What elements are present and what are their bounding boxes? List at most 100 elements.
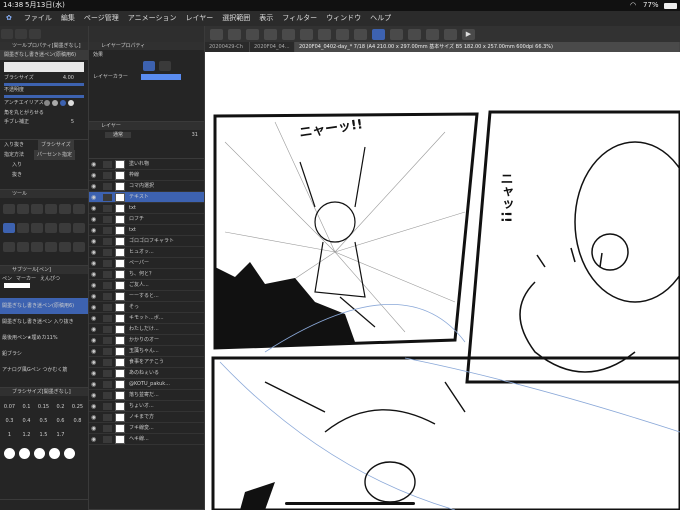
layer-color-row[interactable]: レイヤーカラー [89,72,204,82]
layer-row[interactable]: ◉ かかりのオー [89,335,204,346]
eye-icon[interactable]: ◉ [91,337,100,344]
layer-icon[interactable] [210,28,223,40]
zoom-tool-icon[interactable] [17,204,29,214]
color-bar[interactable] [4,283,30,288]
transform-icon[interactable] [318,28,331,40]
layer-row[interactable]: ◉ あのねぇいる [89,368,204,379]
layer-row[interactable]: ◉ ご友人... [89,280,204,291]
sub-tool-item[interactable]: 開墨ぎなし書き迷ペン 入り抜き [0,314,88,330]
doc-tab[interactable]: 20200429-Ch [205,42,250,52]
brush-size-option[interactable]: 0.3 [1,418,18,424]
sub-tool-item[interactable]: 鉛ブラシ [0,346,88,362]
effect-tone-icon[interactable] [159,61,171,71]
move-tool-icon[interactable] [3,204,15,214]
brush-size-option[interactable]: 0.15 [35,404,52,410]
select-tool-icon[interactable] [31,204,43,214]
pencil-tool-icon[interactable] [17,223,29,233]
eye-icon[interactable]: ◉ [91,238,100,245]
brush-size-option[interactable]: 0.4 [18,418,35,424]
spec-row[interactable]: 指定方法 パーセント指定 [0,150,88,160]
lock-icon[interactable] [103,348,112,355]
save-icon[interactable] [264,28,277,40]
lasso-tool-icon[interactable] [45,204,57,214]
layer-row[interactable]: ◉ ヘキ線... [89,434,204,445]
eye-icon[interactable]: ◉ [91,260,100,267]
lock-icon[interactable] [103,436,112,443]
lock-icon[interactable] [103,326,112,333]
layer-row[interactable]: ◉ キモット...ボ... [89,313,204,324]
eye-icon[interactable]: ◉ [91,403,100,410]
lock-icon[interactable] [103,260,112,267]
lock-icon[interactable] [103,304,112,311]
brush-size-option[interactable]: 1.5 [35,432,52,438]
app-logo-icon[interactable]: ✿ [6,11,12,26]
stabilize-row[interactable]: 手ブレ補正 5 [0,118,88,127]
color-icon[interactable] [408,28,421,40]
play-icon[interactable]: ▶ [462,28,475,40]
input-mode-select[interactable]: ブラシサイズ [38,140,74,150]
eye-icon[interactable]: ◉ [91,315,100,322]
lock-icon[interactable] [103,183,112,190]
layer-row[interactable]: ◉ ちょいオ... [89,401,204,412]
brush-size-dot[interactable] [4,448,15,459]
canvas[interactable]: ニャーッ!! ニャッ!! [205,52,680,510]
sub-tool-item[interactable]: アナログ風Gペン つかむく筋 [0,362,88,378]
sub-tool-item[interactable]: 最後用ペン★埋めカ11% [0,330,88,346]
menu-edit[interactable]: 編集 [61,11,75,26]
layer-row[interactable]: ◉ txt [89,225,204,236]
brush-size-dot[interactable] [34,448,45,459]
eye-icon[interactable]: ◉ [91,172,100,179]
brush-size-dot[interactable] [64,448,75,459]
brush-size-option[interactable]: 0.1 [18,404,35,410]
menu-help[interactable]: ヘルプ [370,11,391,26]
eye-icon[interactable]: ◉ [91,436,100,443]
gradient-tool-icon[interactable] [17,242,29,252]
redo-icon[interactable] [29,29,41,39]
eyedropper-tool-icon[interactable] [73,204,85,214]
sub-tool-tab-pencil[interactable]: えんぴつ [40,274,60,284]
effect-border-icon[interactable] [143,61,155,71]
brush-size-option[interactable]: 0.6 [52,418,69,424]
eye-icon[interactable]: ◉ [91,359,100,366]
lock-icon[interactable] [103,425,112,432]
sub-tool-item-selected[interactable]: 開墨ぎなし書き迷ペン(原稿用6) [0,298,88,314]
layer-row[interactable]: ◉ 塗いれ物 [89,159,204,170]
lock-icon[interactable] [103,370,112,377]
layer-row[interactable]: ◉ そっ [89,302,204,313]
eye-icon[interactable]: ◉ [91,227,100,234]
in-checkbox[interactable]: 入り [0,160,88,170]
brush-size-option[interactable]: 0.5 [35,418,52,424]
lock-icon[interactable] [103,271,112,278]
brush-tool-icon[interactable] [31,223,43,233]
menu-page[interactable]: ページ管理 [84,11,119,26]
lock-icon[interactable] [103,194,112,201]
eye-icon[interactable]: ◉ [91,205,100,212]
layer-row[interactable]: ◉ ロフチ [89,214,204,225]
eye-icon[interactable]: ◉ [91,425,100,432]
frame-tool-icon[interactable] [45,242,57,252]
undo-icon[interactable] [15,29,27,39]
eye-icon[interactable]: ◉ [91,381,100,388]
layer-row[interactable]: ◉ 落ち並寄だ... [89,390,204,401]
layer-row[interactable]: ◉ テキスト [89,192,204,203]
ruler-tool-icon[interactable] [59,242,71,252]
open-icon[interactable] [246,28,259,40]
antialias-none-icon[interactable] [44,100,50,106]
eye-icon[interactable]: ◉ [91,194,100,201]
out-checkbox[interactable]: 抜き [0,170,88,180]
antialias-row[interactable]: アンチエイリアス [0,98,88,109]
menu-animation[interactable]: アニメーション [128,11,177,26]
layer-row[interactable]: ◉ ペーパー [89,258,204,269]
spec-select[interactable]: パーセント指定 [34,150,76,160]
blend-row[interactable]: 通常 31 [89,130,204,141]
lock-icon[interactable] [103,414,112,421]
wand-tool-icon[interactable] [59,204,71,214]
lock-icon[interactable] [103,249,112,256]
menu-view[interactable]: 表示 [259,11,273,26]
eye-icon[interactable]: ◉ [91,282,100,289]
lock-icon[interactable] [103,216,112,223]
brush-size-dot[interactable] [19,448,30,459]
text-tool-icon[interactable] [73,242,85,252]
lock-icon[interactable] [103,227,112,234]
layer-row[interactable]: ◉ わたしだけ... [89,324,204,335]
